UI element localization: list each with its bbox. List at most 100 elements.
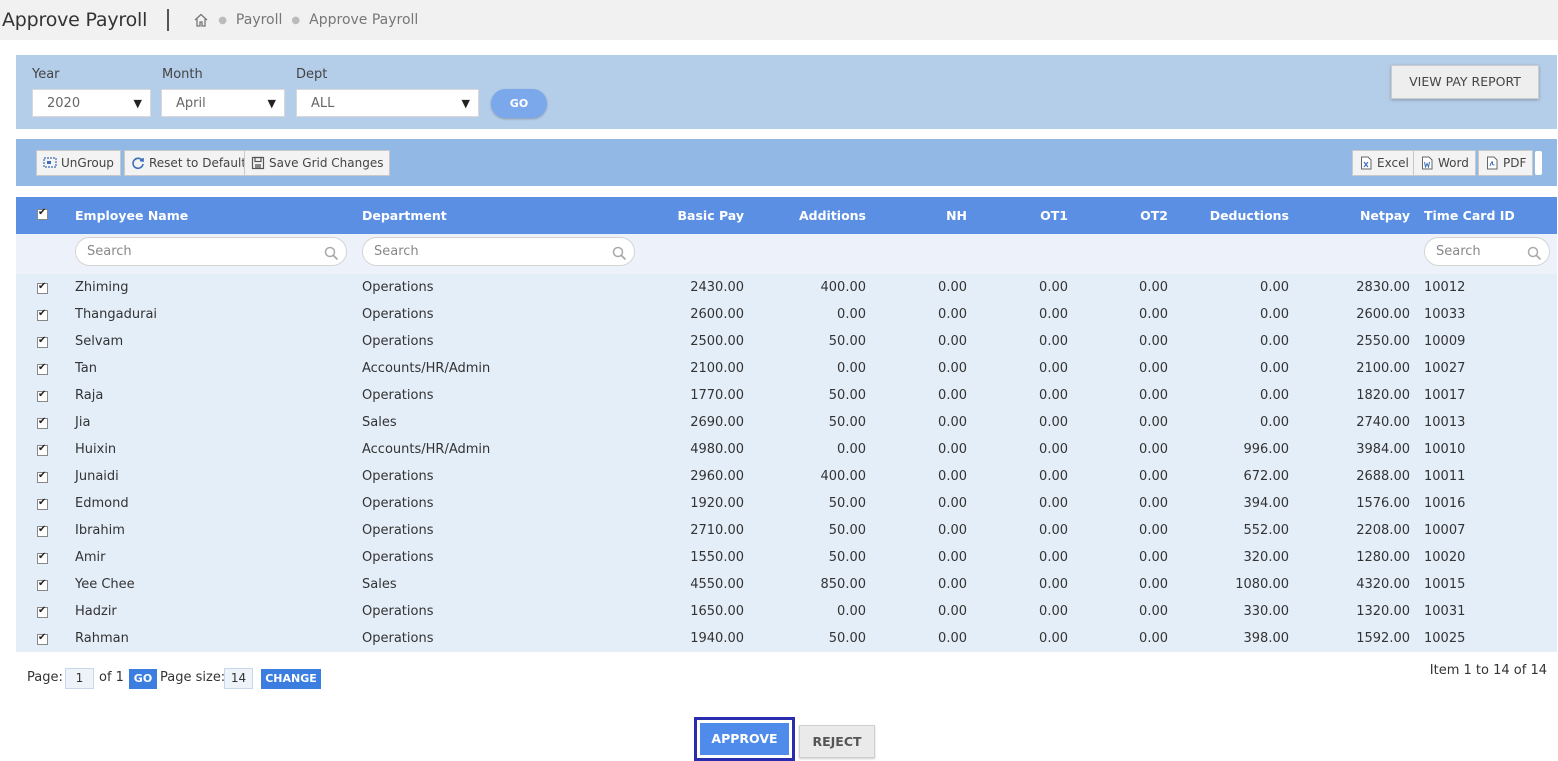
cell-additions: 0.00 (837, 307, 866, 322)
save-grid-changes-button[interactable]: Save Grid Changes (244, 150, 391, 176)
cell-deductions: 394.00 (1243, 496, 1290, 511)
items-info: Item 1 to 14 of 14 (1429, 663, 1547, 678)
column-nh[interactable]: NH (876, 197, 967, 234)
dept-select[interactable]: ALL ▼ (296, 89, 479, 117)
cell-netpay: 1820.00 (1356, 388, 1410, 403)
row-checkbox[interactable] (37, 308, 48, 321)
column-deductions[interactable]: Deductions (1176, 197, 1289, 234)
page-go-button[interactable]: GO (129, 669, 157, 689)
cell-basic-pay: 1920.00 (690, 496, 744, 511)
view-pay-report-button[interactable]: VIEW PAY REPORT (1391, 65, 1539, 99)
table-row[interactable]: Thangadurai Operations 2600.00 0.00 0.00 0.00… (16, 301, 1557, 328)
reset-to-default-button[interactable]: Reset to Default (124, 150, 254, 176)
month-select[interactable]: April ▼ (161, 89, 285, 117)
table-row[interactable]: Amir Operations 1550.00 50.00 0.00 0.00 0.00 32… (16, 544, 1557, 571)
cell-netpay: 2550.00 (1356, 334, 1410, 349)
employee-name-search-input[interactable]: Search (75, 237, 347, 266)
cell-time-card-id: 10007 (1424, 523, 1466, 538)
column-netpay[interactable]: Netpay (1306, 197, 1410, 234)
cell-basic-pay: 1940.00 (690, 631, 744, 646)
column-additions[interactable]: Additions (756, 197, 866, 234)
cell-additions: 50.00 (828, 523, 866, 538)
cell-deductions: 0.00 (1260, 280, 1289, 295)
row-checkbox[interactable] (37, 281, 48, 294)
cell-time-card-id: 10009 (1424, 334, 1466, 349)
toolbar-scrollbar[interactable] (1535, 151, 1542, 175)
row-checkbox[interactable] (37, 524, 48, 537)
table-row[interactable]: Hadzir Operations 1650.00 0.00 0.00 0.00 0.00 3… (16, 598, 1557, 625)
table-row[interactable]: Jia Sales 2690.00 50.00 0.00 0.00 0.00 0.00 2740… (16, 409, 1557, 436)
table-row[interactable]: Rahman Operations 1940.00 50.00 0.00 0.00 0.00… (16, 625, 1557, 652)
cell-employee-name: Junaidi (75, 469, 119, 484)
export-excel-button[interactable]: Excel (1352, 150, 1416, 176)
cell-additions: 400.00 (820, 280, 867, 295)
cell-ot2: 0.00 (1139, 361, 1168, 376)
dept-value: ALL (311, 96, 335, 111)
cell-basic-pay: 2690.00 (690, 415, 744, 430)
column-ot2[interactable]: OT2 (1076, 197, 1168, 234)
home-icon[interactable] (193, 12, 209, 28)
row-checkbox[interactable] (37, 389, 48, 402)
cell-department: Operations (362, 496, 434, 511)
ungroup-button[interactable]: UnGroup (36, 150, 121, 176)
select-all-checkbox[interactable] (37, 207, 48, 220)
table-row[interactable]: Edmond Operations 1920.00 50.00 0.00 0.00 0.00… (16, 490, 1557, 517)
cell-ot1: 0.00 (1039, 442, 1068, 457)
table-row[interactable]: Junaidi Operations 2960.00 400.00 0.00 0.00 0.… (16, 463, 1557, 490)
filter-go-button[interactable]: GO (491, 89, 547, 118)
row-checkbox[interactable] (37, 632, 48, 645)
row-checkbox[interactable] (37, 335, 48, 348)
row-checkbox[interactable] (37, 551, 48, 564)
table-row[interactable]: Selvam Operations 2500.00 50.00 0.00 0.00 0.00… (16, 328, 1557, 355)
table-row[interactable]: Ibrahim Operations 2710.00 50.00 0.00 0.00 0.0… (16, 517, 1557, 544)
row-checkbox[interactable] (37, 605, 48, 618)
row-checkbox[interactable] (37, 497, 48, 510)
table-row[interactable]: Tan Accounts/HR/Admin 2100.00 0.00 0.00 0.00 0… (16, 355, 1557, 382)
cell-ot1: 0.00 (1039, 307, 1068, 322)
page-size-input[interactable]: 14 (224, 668, 253, 689)
table-row[interactable]: Raja Operations 1770.00 50.00 0.00 0.00 0.00 0.… (16, 382, 1557, 409)
column-ot1[interactable]: OT1 (976, 197, 1068, 234)
cell-department: Operations (362, 469, 434, 484)
department-search-input[interactable]: Search (362, 237, 635, 266)
cell-basic-pay: 1770.00 (690, 388, 744, 403)
column-time-card-id[interactable]: Time Card ID (1424, 197, 1515, 234)
cell-employee-name: Zhiming (75, 280, 129, 295)
cell-basic-pay: 4980.00 (690, 442, 744, 457)
row-checkbox[interactable] (37, 362, 48, 375)
year-select[interactable]: 2020 ▼ (32, 89, 151, 117)
page-number-input[interactable]: 1 (65, 668, 94, 689)
cell-time-card-id: 10011 (1424, 469, 1466, 484)
export-word-button[interactable]: Word (1413, 150, 1476, 176)
export-pdf-button[interactable]: PDF (1478, 150, 1534, 176)
search-placeholder: Search (1436, 244, 1481, 259)
row-checkbox[interactable] (37, 578, 48, 591)
approve-button[interactable]: APPROVE (694, 717, 795, 761)
cell-ot1: 0.00 (1039, 577, 1068, 592)
row-checkbox[interactable] (37, 470, 48, 483)
cell-employee-name: Tan (75, 361, 97, 376)
dropdown-caret-icon: ▼ (267, 97, 276, 110)
cell-ot2: 0.00 (1139, 388, 1168, 403)
column-basic-pay[interactable]: Basic Pay (616, 197, 744, 234)
cell-department: Operations (362, 334, 434, 349)
time-card-id-search-input[interactable]: Search (1424, 237, 1550, 266)
breadcrumb-payroll[interactable]: Payroll (236, 12, 282, 28)
save-label: Save Grid Changes (269, 156, 384, 170)
cell-time-card-id: 10012 (1424, 280, 1466, 295)
month-value: April (176, 96, 206, 111)
row-checkbox[interactable] (37, 443, 48, 456)
table-row[interactable]: Huixin Accounts/HR/Admin 4980.00 0.00 0.00 0.… (16, 436, 1557, 463)
top-bar: Approve Payroll ● Payroll ● Approve Payr… (0, 0, 1558, 40)
table-row[interactable]: Yee Chee Sales 4550.00 850.00 0.00 0.00 0.00 10… (16, 571, 1557, 598)
ungroup-label: UnGroup (61, 156, 114, 170)
column-department[interactable]: Department (362, 197, 447, 234)
cell-deductions: 330.00 (1243, 604, 1290, 619)
column-employee-name[interactable]: Employee Name (75, 197, 188, 234)
table-row[interactable]: Zhiming Operations 2430.00 400.00 0.00 0.00 0.… (16, 274, 1557, 301)
page-size-change-button[interactable]: CHANGE (261, 669, 321, 689)
search-icon (324, 244, 339, 261)
cell-basic-pay: 1550.00 (690, 550, 744, 565)
reject-button[interactable]: REJECT (799, 725, 875, 758)
row-checkbox[interactable] (37, 416, 48, 429)
